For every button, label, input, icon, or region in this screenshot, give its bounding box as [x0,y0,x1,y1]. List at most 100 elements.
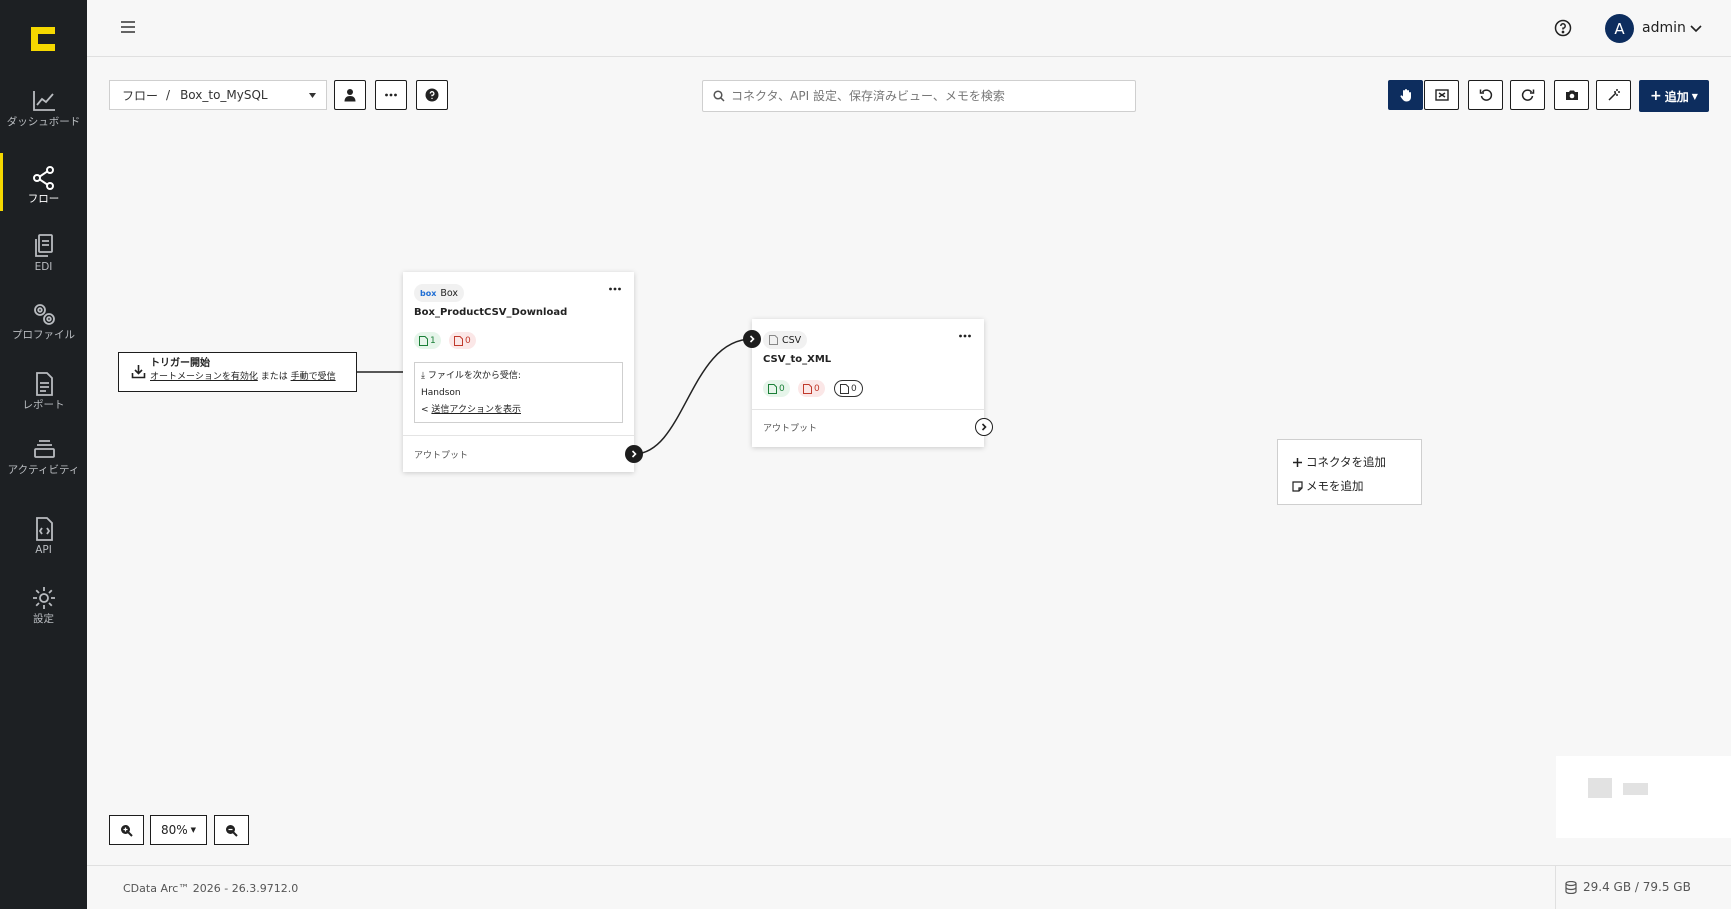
file-icon [840,383,849,394]
output-port[interactable] [625,445,643,463]
sidebar-item-label: フロー [27,193,60,205]
enable-automation-link[interactable]: オートメーションを有効化 [150,372,258,382]
error-count-badge[interactable]: 0 [798,380,825,397]
error-count-badge[interactable]: 0 [449,332,476,349]
chevron-right-icon [631,450,637,458]
storage-usage: 29.4 GB / 79.5 GB [1565,880,1691,894]
hamburger-menu-icon[interactable] [120,19,136,35]
footer-divider [1555,866,1556,909]
output-port[interactable] [975,418,993,436]
pan-mode-button[interactable] [1388,80,1423,110]
plus-icon: + [1650,88,1662,104]
canvas-search[interactable] [702,80,1136,112]
plus-icon [1293,457,1302,467]
sidebar-item-edi[interactable]: EDI [0,229,87,291]
connector-type-chip: CSV [763,331,808,349]
sidebar-item-settings[interactable]: 設定 [0,581,87,643]
sidebar-item-activity[interactable]: アクティビティ [0,432,87,494]
flow-breadcrumb-select[interactable]: フロー / Box_to_MySQL [109,80,327,110]
file-error-icon [454,335,463,346]
footer: CData Arc™ 2026 - 26.3.9712.0 29.4 GB / … [87,865,1731,909]
connector-name: Box_ProductCSV_Download [414,307,568,318]
cdata-logo[interactable] [29,25,57,53]
chevron-right-icon [981,423,987,431]
flow-owner-button[interactable] [334,80,366,110]
file-success-icon [768,383,777,394]
flow-help-button[interactable] [416,80,448,110]
caret-down-icon: ▼ [190,826,197,834]
connector-name: CSV_to_XML [763,354,832,365]
show-send-actions-link[interactable]: 送信アクションを表示 [431,405,521,415]
success-count-badge[interactable]: 1 [414,332,441,349]
ellipsis-icon[interactable] [958,329,972,343]
node-divider [752,409,984,410]
avatar[interactable]: A [1605,14,1634,43]
other-count-badge[interactable]: 0 [834,380,863,397]
add-connector-menu-item[interactable]: コネクタを追加 [1292,450,1407,474]
zoom-level-select[interactable]: 80% ▼ [150,815,207,845]
success-count-badge[interactable]: 0 [763,380,790,397]
file-text-icon [35,372,53,396]
gears-icon [33,304,55,325]
zoom-in-icon [121,824,133,837]
version-text: CData Arc™ 2026 - 26.3.9712.0 [123,882,299,895]
more-options-button[interactable] [375,80,407,110]
output-label: アウトプット [763,424,818,434]
search-input[interactable] [731,89,1131,103]
username[interactable]: admin [1642,20,1686,36]
camera-icon [1565,90,1578,100]
search-icon [713,90,725,102]
zoom-level-value: 80% [160,823,188,837]
error-count: 0 [814,383,820,394]
sidebar-item-api[interactable]: API [0,512,87,574]
sidebar-item-dashboard[interactable]: ダッシュボード [0,84,87,146]
auto-arrange-button[interactable] [1596,80,1631,110]
redo-button[interactable] [1510,80,1545,110]
gear-icon [32,587,55,609]
connector-node-box[interactable]: box Box Box_ProductCSV_Download 1 0 ⤓ ファ… [403,272,643,472]
trigger-or-text: または [260,372,288,382]
chevron-right-icon [749,335,755,343]
error-count: 0 [465,335,471,346]
trigger-start-box[interactable]: トリガー開始 オートメーションを有効化 または 手動で受信 [118,352,357,392]
sidebar-item-label: レポート [22,399,65,411]
top-header: A admin [87,0,1731,57]
share-nodes-icon [32,166,54,190]
download-icon [131,365,146,379]
ellipsis-icon[interactable] [608,282,622,296]
manual-receive-link[interactable]: 手動で受信 [291,372,336,382]
undo-button[interactable] [1468,80,1503,110]
success-count: 0 [779,383,785,394]
hand-icon [1399,89,1411,102]
snapshot-button[interactable] [1554,80,1589,110]
node-divider [403,435,634,436]
add-memo-menu-item[interactable]: メモを追加 [1292,474,1407,498]
receive-label: ファイルを次から受信: [427,371,521,381]
sidebar-item-profile[interactable]: プロファイル [0,297,87,359]
add-connector-label: コネクタを追加 [1306,455,1387,469]
sidebar-item-report[interactable]: レポート [0,367,87,429]
file-error-icon [803,383,812,394]
flow-connections [357,338,753,455]
csv-file-icon [769,335,778,345]
breadcrumb-root[interactable]: フロー [122,87,158,104]
minimap[interactable] [1556,756,1731,838]
input-port[interactable] [743,330,761,348]
output-label: アウトプット [414,451,469,461]
zoom-out-button[interactable] [214,815,249,845]
user-icon [344,89,356,102]
select-mode-button[interactable] [1424,80,1459,110]
share-icon: < [421,405,429,415]
connector-type-label: Box [440,287,459,299]
add-button[interactable]: + 追加 ▼ [1639,80,1709,112]
help-icon[interactable] [1554,19,1572,37]
sidebar-item-label: 設定 [33,613,54,625]
chevron-down-icon[interactable] [1689,22,1703,34]
connector-type-label: CSV [782,334,802,346]
zoom-in-button[interactable] [109,815,144,845]
node-connection [633,338,753,455]
sidebar-item-flow[interactable]: フロー [0,153,87,223]
caret-down-icon [309,93,316,98]
minimap-node [1623,783,1648,795]
connector-node-csv[interactable]: CSV CSV_to_XML 0 0 0 アウトプット [743,319,993,447]
